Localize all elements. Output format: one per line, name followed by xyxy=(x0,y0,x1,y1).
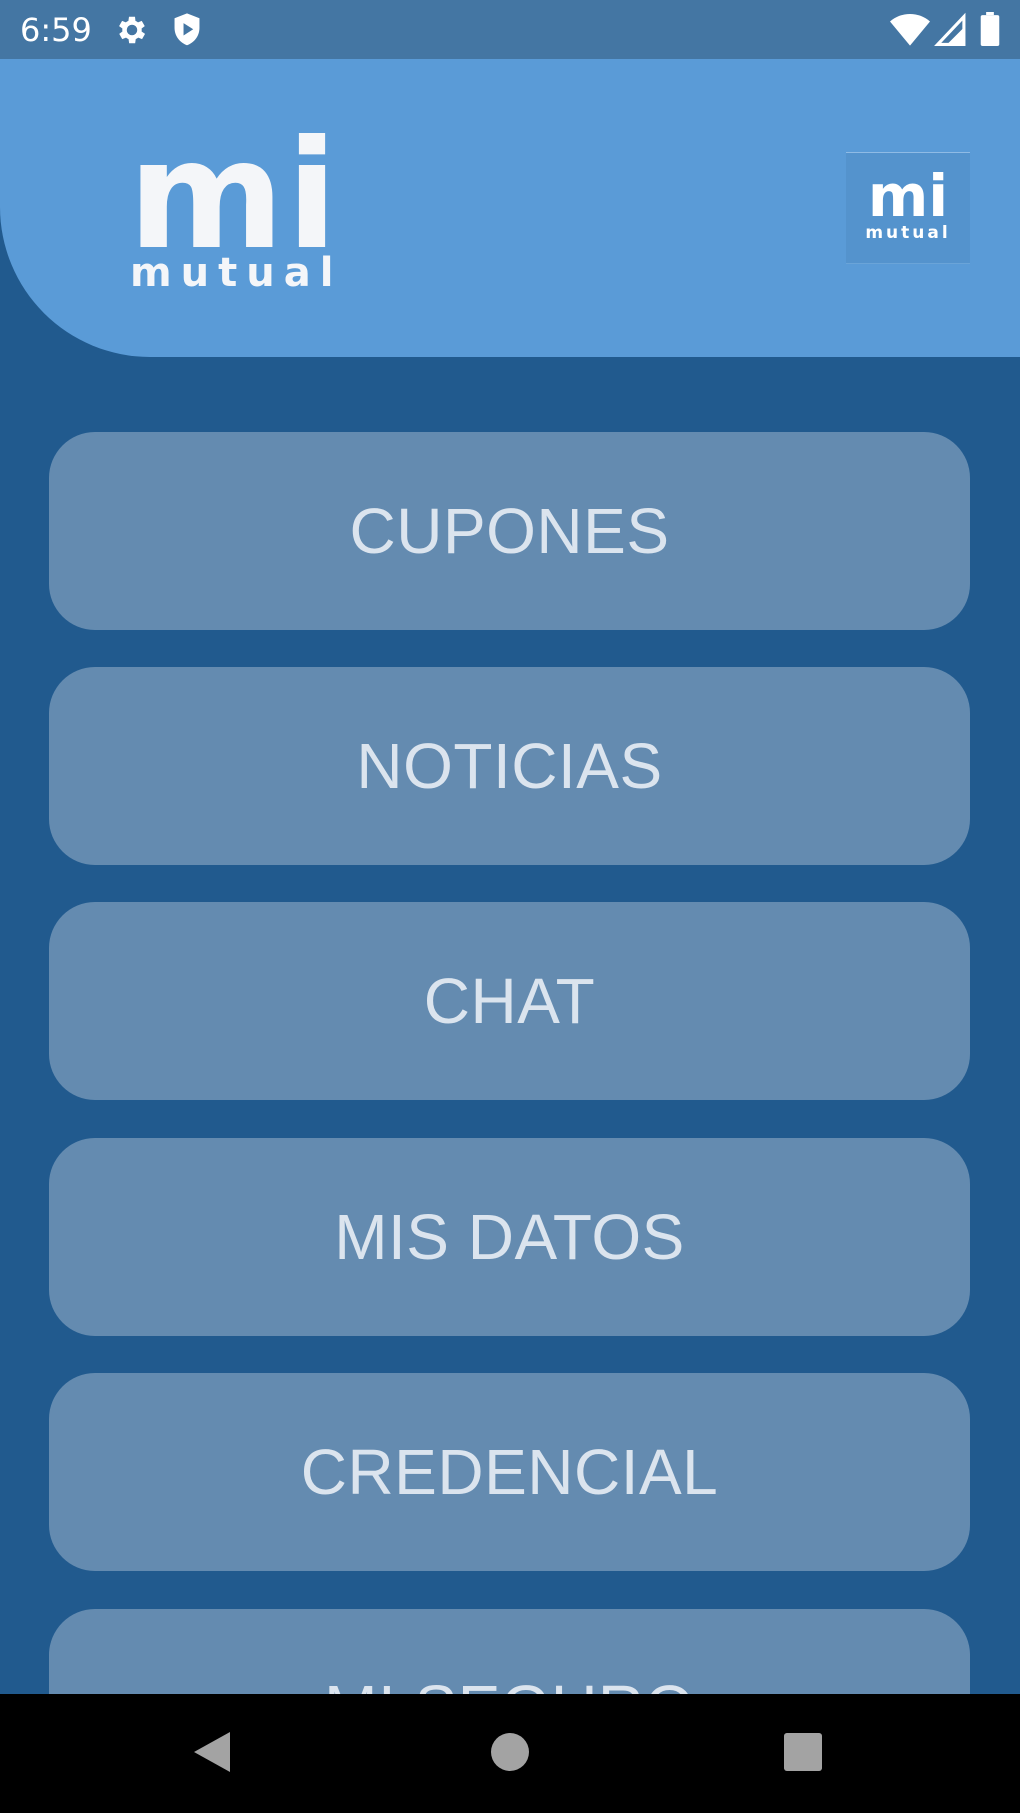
wifi-icon xyxy=(890,12,930,50)
badge-mi-text: mi xyxy=(867,162,949,230)
home-button[interactable] xyxy=(450,1694,570,1813)
home-icon xyxy=(491,1732,529,1775)
shield-play-icon xyxy=(170,12,204,52)
chat-button[interactable]: CHAT xyxy=(49,902,970,1100)
mi-mutual-badge[interactable]: mi mutual xyxy=(846,152,970,264)
gear-icon xyxy=(114,12,150,52)
badge-mutual-text: mutual xyxy=(865,223,951,243)
back-icon xyxy=(192,1730,232,1778)
mis-datos-button[interactable]: MIS DATOS xyxy=(49,1138,970,1336)
signal-icon xyxy=(934,12,966,50)
status-time: 6:59 xyxy=(20,11,92,49)
logo-mi-text: mi xyxy=(128,109,340,283)
logo-mutual-text: mutual xyxy=(130,250,343,296)
battery-icon xyxy=(980,12,1000,50)
recents-button[interactable] xyxy=(743,1694,863,1813)
credencial-button[interactable]: CREDENCIAL xyxy=(49,1373,970,1571)
cupones-button[interactable]: CUPONES xyxy=(49,432,970,630)
back-button[interactable] xyxy=(152,1694,272,1813)
mi-seguro-button[interactable]: MI SEGURO xyxy=(49,1609,970,1694)
status-bar: 6:59 xyxy=(0,0,1020,59)
mi-mutual-logo: mi mutual xyxy=(128,121,338,295)
noticias-button[interactable]: NOTICIAS xyxy=(49,667,970,865)
navigation-bar xyxy=(0,1694,1020,1813)
recents-icon xyxy=(784,1732,822,1775)
app-header: mi mutual mi mutual xyxy=(0,59,1020,357)
